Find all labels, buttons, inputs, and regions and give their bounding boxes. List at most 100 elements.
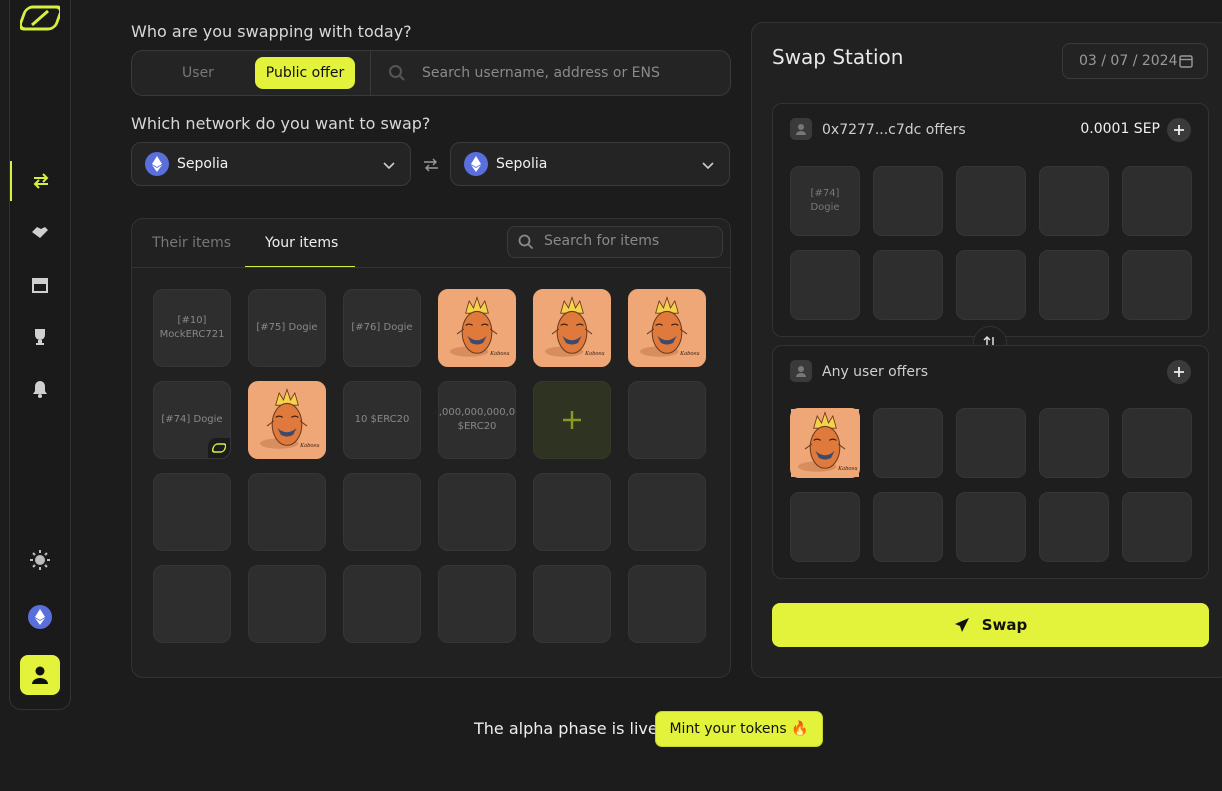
empty-offer-slot[interactable] — [873, 408, 943, 478]
empty-offer-slot[interactable] — [1122, 492, 1192, 562]
item-tile[interactable]: 10 $ERC20 — [343, 381, 421, 459]
svg-text:Kabosu: Kabosu — [584, 351, 605, 357]
user-search-input[interactable] — [422, 63, 722, 83]
to-network-select[interactable]: Sepolia — [450, 142, 730, 186]
item-tile-label: [#76] Dogie — [351, 322, 413, 333]
app-logo-icon[interactable] — [18, 3, 63, 33]
empty-offer-slot[interactable] — [1122, 408, 1192, 478]
network-eth-icon[interactable] — [10, 597, 70, 637]
item-tile-nft[interactable]: Kabosu — [628, 289, 706, 367]
empty-item-slot[interactable] — [153, 473, 231, 551]
item-tile[interactable]: [#75] Dogie — [248, 289, 326, 367]
mode-public-offer-option[interactable]: Public offer — [255, 57, 355, 89]
tab-their-items[interactable]: Their items — [152, 235, 231, 251]
profile-avatar-button[interactable] — [20, 655, 60, 695]
empty-offer-slot[interactable] — [1039, 250, 1109, 320]
add-any-user-offer-button[interactable] — [1167, 360, 1191, 384]
nav-bell-icon[interactable] — [10, 369, 70, 409]
nft-character-icon: Kabosu — [791, 409, 859, 477]
empty-offer-slot[interactable] — [956, 408, 1026, 478]
empty-item-slot[interactable] — [438, 565, 516, 643]
nft-character-icon: Kabosu — [538, 294, 606, 362]
swap-station-panel: Swap Station 03 / 07 / 2024 0x7277...c7d… — [751, 22, 1222, 678]
item-search-box[interactable] — [507, 226, 723, 258]
nav-store-icon[interactable] — [10, 265, 70, 305]
empty-item-slot[interactable] — [153, 565, 231, 643]
their-offer-amount: 0.0001 SEP — [1080, 121, 1160, 137]
offer-item-tile[interactable]: [#74] Dogie — [790, 166, 860, 236]
empty-item-slot[interactable] — [628, 381, 706, 459]
empty-offer-slot[interactable] — [1122, 166, 1192, 236]
item-search-input[interactable] — [544, 233, 714, 249]
item-tile-label: [#10] MockERC721 — [159, 315, 225, 340]
empty-offer-slot[interactable] — [1039, 166, 1109, 236]
item-tile[interactable]: 30,000,000,000,000,000,000 $ERC20 — [438, 381, 516, 459]
offer-item-tile-nft[interactable]: Kabosu — [790, 408, 860, 478]
item-tile[interactable]: [#76] Dogie — [343, 289, 421, 367]
empty-offer-slot[interactable] — [873, 492, 943, 562]
items-panel: Their items Your items [#10] MockERC721 [… — [131, 218, 731, 678]
item-tile-nft[interactable]: Kabosu — [438, 289, 516, 367]
empty-offer-slot[interactable] — [790, 492, 860, 562]
swap-button[interactable]: Swap — [772, 603, 1209, 647]
empty-offer-slot[interactable] — [956, 492, 1026, 562]
item-tile[interactable]: [#10] MockERC721 — [153, 289, 231, 367]
their-offer-title: 0x7277...c7dc offers — [822, 122, 966, 138]
item-tile[interactable]: [#74] Dogie — [153, 381, 231, 459]
empty-offer-slot[interactable] — [1039, 492, 1109, 562]
theme-sun-icon[interactable] — [10, 540, 70, 580]
sidebar — [9, 0, 71, 710]
empty-offer-slot[interactable] — [1039, 408, 1109, 478]
empty-item-slot[interactable] — [533, 473, 611, 551]
swap-button-label: Swap — [981, 616, 1028, 634]
offer-item-label: [#74] Dogie — [810, 188, 840, 213]
nft-character-icon: Kabosu — [633, 294, 701, 362]
empty-offer-slot[interactable] — [873, 250, 943, 320]
empty-offer-slot[interactable] — [956, 166, 1026, 236]
nav-trophy-icon[interactable] — [10, 317, 70, 357]
nft-character-icon: Kabosu — [253, 386, 321, 454]
from-network-select[interactable]: Sepolia — [131, 142, 411, 186]
alpha-phase-text: The alpha phase is live! — [474, 719, 665, 738]
swap-station-title: Swap Station — [772, 45, 904, 69]
nav-handshake-icon[interactable] — [10, 213, 70, 253]
plus-icon — [563, 411, 581, 429]
empty-item-slot[interactable] — [343, 565, 421, 643]
from-network-name: Sepolia — [177, 156, 229, 172]
item-tile-nft[interactable]: Kabosu — [248, 381, 326, 459]
svg-text:Kabosu: Kabosu — [299, 443, 320, 449]
empty-offer-slot[interactable] — [790, 250, 860, 320]
chevron-down-icon — [382, 157, 396, 176]
empty-item-slot[interactable] — [248, 565, 326, 643]
mode-user-option[interactable]: User — [140, 57, 256, 89]
empty-item-slot[interactable] — [248, 473, 326, 551]
empty-offer-slot[interactable] — [1122, 250, 1192, 320]
tabs-divider — [132, 267, 730, 268]
user-avatar-icon — [790, 360, 812, 382]
empty-item-slot[interactable] — [628, 565, 706, 643]
calendar-icon[interactable] — [1179, 54, 1193, 72]
any-user-offer-box: Any user offers Kabosu — [772, 345, 1209, 579]
swap-with-question: Who are you swapping with today? — [131, 22, 412, 41]
network-swap-arrows-icon[interactable] — [423, 157, 439, 176]
mint-tokens-button[interactable]: Mint your tokens 🔥 — [655, 711, 823, 747]
empty-item-slot[interactable] — [628, 473, 706, 551]
add-item-button[interactable] — [533, 381, 611, 459]
empty-offer-slot[interactable] — [873, 166, 943, 236]
date-picker[interactable]: 03 / 07 / 2024 — [1062, 43, 1208, 79]
item-tile-nft[interactable]: Kabosu — [533, 289, 611, 367]
eth-icon — [464, 152, 488, 176]
add-their-offer-button[interactable] — [1167, 118, 1191, 142]
empty-item-slot[interactable] — [533, 565, 611, 643]
to-network-name: Sepolia — [496, 156, 548, 172]
link-icon — [208, 438, 230, 458]
nav-swap-icon[interactable] — [10, 161, 70, 201]
chevron-down-icon — [701, 157, 715, 176]
tab-your-items[interactable]: Your items — [265, 235, 338, 251]
empty-item-slot[interactable] — [438, 473, 516, 551]
network-question: Which network do you want to swap? — [131, 114, 431, 133]
empty-offer-slot[interactable] — [956, 250, 1026, 320]
item-tile-label: [#75] Dogie — [256, 322, 318, 333]
empty-item-slot[interactable] — [343, 473, 421, 551]
any-user-offer-title: Any user offers — [822, 364, 929, 380]
